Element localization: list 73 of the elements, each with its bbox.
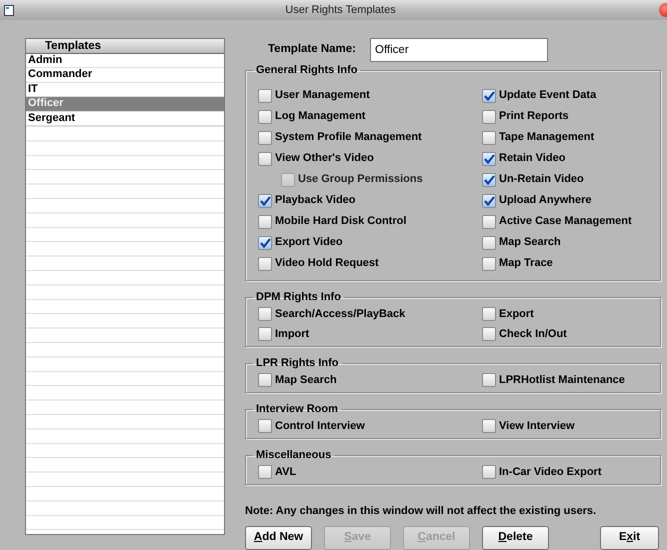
note-text: Note: Any changes in this window will not affect the existing users. <box>245 504 598 519</box>
template-name-field[interactable]: Officer <box>370 38 548 62</box>
checkbox[interactable] <box>482 419 496 433</box>
checkbox-label: View Interview <box>499 418 575 434</box>
list-item[interactable]: Sergeant <box>26 112 224 126</box>
checkbox[interactable] <box>482 373 496 387</box>
checkbox-label: Export <box>499 306 534 322</box>
checkbox[interactable] <box>258 373 272 387</box>
checkbox-label: Map Search <box>275 372 337 388</box>
list-item[interactable]: Admin <box>26 54 224 68</box>
checkbox[interactable] <box>258 419 272 433</box>
checkbox[interactable] <box>258 214 272 228</box>
dialog-button[interactable]: Add New <box>245 526 312 550</box>
checkbox-label: LPRHotlist Maintenance <box>499 372 625 388</box>
window-title: User Rights Templates <box>285 2 396 18</box>
checkbox-label: Search/Access/PlayBack <box>275 306 406 322</box>
checkbox[interactable] <box>258 327 272 341</box>
list-item[interactable]: IT <box>26 82 224 98</box>
checkbox[interactable] <box>482 327 496 341</box>
checkbox-label: Un-Retain Video <box>499 172 584 188</box>
checkbox-label: Tape Management <box>499 130 594 146</box>
checkbox-label: Mobile Hard Disk Control <box>275 214 406 230</box>
checkbox-label: Use Group Permissions <box>298 172 423 188</box>
checkbox-label: Print Reports <box>499 109 569 124</box>
checkbox[interactable] <box>258 130 272 144</box>
checkbox-label: Log Management <box>275 109 366 124</box>
group-title: LPR Rights Info <box>255 357 340 370</box>
checkbox[interactable] <box>482 307 496 321</box>
checkbox-label: Map Search <box>499 235 561 250</box>
checkbox-label: Video Hold Request <box>275 256 379 272</box>
checkbox[interactable] <box>258 307 272 321</box>
group-title: General Rights Info <box>255 64 358 77</box>
checkbox-label: Playback Video <box>275 193 356 208</box>
checkbox-label: Control Interview <box>275 418 365 434</box>
checkbox[interactable] <box>482 256 496 270</box>
checkbox[interactable] <box>482 88 496 102</box>
checkbox-label: In-Car Video Export <box>499 464 602 480</box>
checkbox-label: Retain Video <box>499 151 566 166</box>
list-header: Templates <box>26 39 224 54</box>
checkbox[interactable] <box>482 110 496 124</box>
checkbox-label: Update Event Data <box>499 88 596 104</box>
group-title: DPM Rights Info <box>255 291 342 304</box>
checkbox[interactable] <box>258 236 272 250</box>
group-title: Miscellaneous <box>255 449 332 462</box>
checkbox[interactable] <box>258 465 272 479</box>
list-item[interactable]: Commander <box>26 68 224 83</box>
checkbox[interactable] <box>482 236 496 250</box>
dialog-button[interactable]: Delete <box>482 526 549 550</box>
checkbox[interactable] <box>482 465 496 479</box>
checkbox[interactable] <box>258 256 272 270</box>
checkbox-label: Map Trace <box>499 256 553 272</box>
checkbox[interactable] <box>258 88 272 102</box>
checkbox[interactable] <box>482 152 496 166</box>
checkbox-label: Check In/Out <box>499 326 567 342</box>
checkbox-label: View Other's Video <box>275 151 374 166</box>
checkbox[interactable] <box>482 172 496 186</box>
checkbox[interactable] <box>258 110 272 124</box>
checkbox-label: Import <box>275 326 310 342</box>
checkbox-label: System Profile Management <box>275 130 422 146</box>
checkbox[interactable] <box>258 194 272 208</box>
checkbox-label: User Management <box>275 88 370 104</box>
checkbox-label: Active Case Management <box>499 214 632 230</box>
dialog-button[interactable]: Exit <box>600 526 659 550</box>
checkbox[interactable] <box>482 130 496 144</box>
field-label: Template Name: <box>268 42 357 58</box>
app-icon <box>4 4 14 16</box>
checkbox[interactable] <box>258 152 272 166</box>
checkbox-label: Export Video <box>275 235 343 250</box>
checkbox[interactable] <box>482 214 496 228</box>
checkbox-label: AVL <box>275 464 296 480</box>
checkbox-label: Upload Anywhere <box>499 193 592 208</box>
checkbox[interactable] <box>482 194 496 208</box>
group-title: Interview Room <box>255 403 339 416</box>
